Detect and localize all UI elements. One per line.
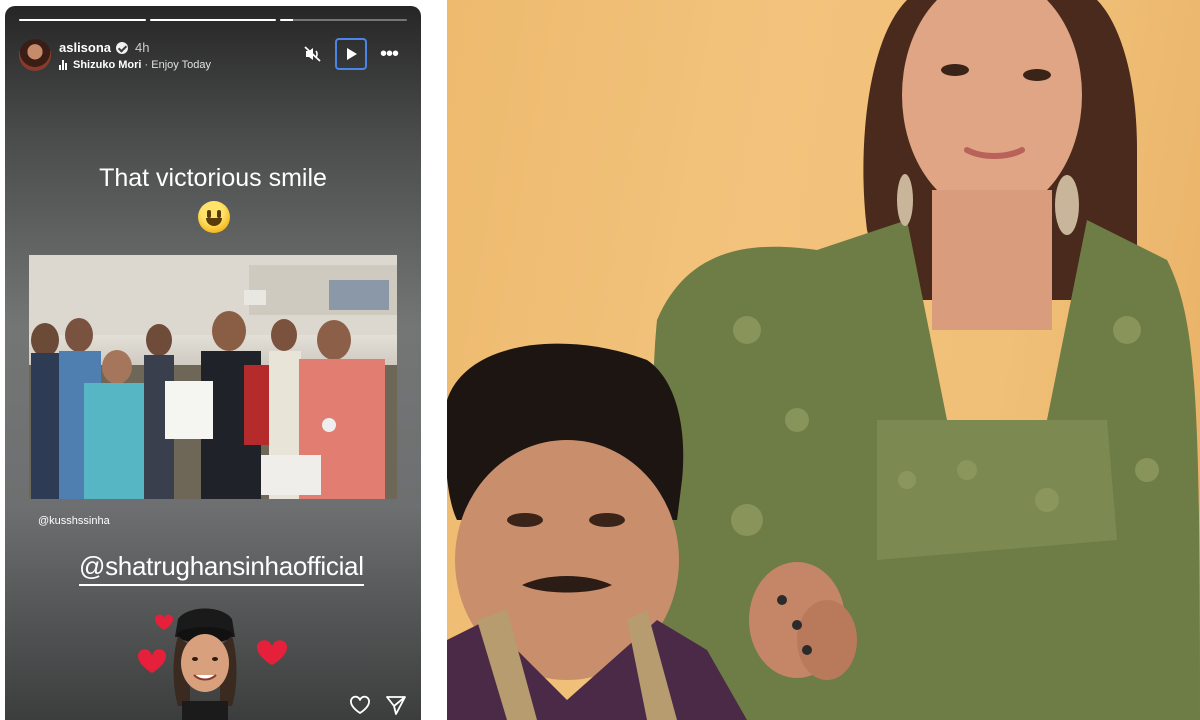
music-artist: Shizuko Mori <box>73 59 142 71</box>
story-caption: That victorious smile <box>99 164 327 192</box>
story-header: aslisona 4h Shizuko Mori · Enjoy Today •… <box>19 36 407 76</box>
avatar-sticker <box>130 601 300 720</box>
story-footer <box>349 695 407 720</box>
username[interactable]: aslisona <box>59 40 111 55</box>
heart-outline-icon[interactable] <box>349 695 371 720</box>
mention-sticker[interactable]: @shatrughansinhaofficial <box>79 551 364 586</box>
muted-speaker-icon[interactable] <box>297 38 329 70</box>
embedded-group-photo[interactable] <box>29 255 397 499</box>
portrait-photo <box>447 0 1200 720</box>
mention-tag[interactable]: @kusshssinha <box>38 515 110 527</box>
story-viewer[interactable]: aslisona 4h Shizuko Mori · Enjoy Today •… <box>5 6 421 720</box>
play-icon[interactable] <box>335 38 367 70</box>
progress-segment <box>19 19 146 21</box>
smile-emoji-icon <box>198 201 230 233</box>
post-time: 4h <box>135 40 150 55</box>
more-options-icon[interactable]: ••• <box>373 38 405 70</box>
verified-badge-icon <box>116 41 129 54</box>
story-user: aslisona 4h <box>59 40 150 55</box>
music-track: Enjoy Today <box>151 59 211 71</box>
music-bars-icon <box>59 60 67 70</box>
progress-segment <box>149 19 277 21</box>
avatar[interactable] <box>19 39 51 71</box>
music-separator: · <box>144 59 149 71</box>
header-actions: ••• <box>297 38 405 70</box>
send-icon[interactable] <box>385 695 407 720</box>
story-progress <box>19 19 408 21</box>
progress-segment <box>280 19 408 21</box>
music-info[interactable]: Shizuko Mori · Enjoy Today <box>59 59 211 71</box>
